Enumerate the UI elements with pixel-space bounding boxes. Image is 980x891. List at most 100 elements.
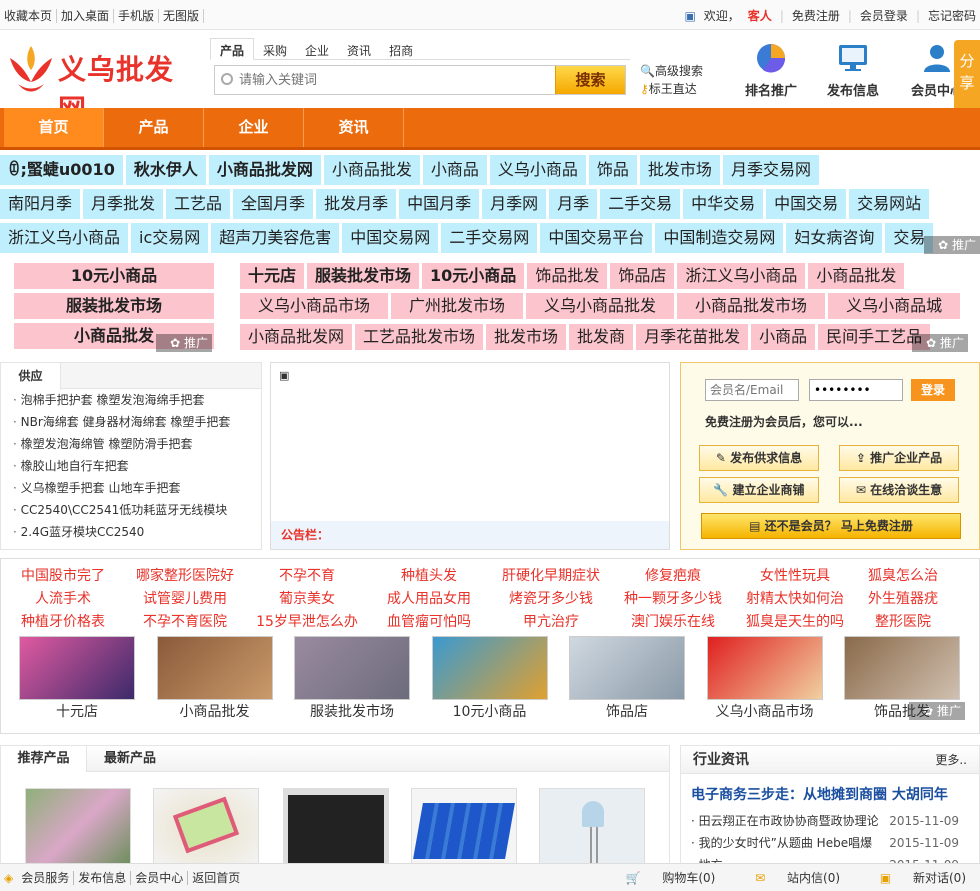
ad-link[interactable]: 哪家整形医院好 xyxy=(136,565,234,585)
news-headline[interactable]: 电子商务三步走：从地摊到商圈 大胡同年 xyxy=(681,774,979,804)
publish-info-button[interactable]: 发布信息 xyxy=(818,42,888,99)
pink-keyword-link[interactable]: 浙江义乌小商品 xyxy=(677,263,806,289)
pink-keyword-link[interactable]: 小商品 xyxy=(751,324,816,350)
password-input[interactable] xyxy=(809,379,903,401)
ad-link[interactable]: 血管瘤可怕吗 xyxy=(387,611,471,631)
picture-link[interactable]: 小商品批发 xyxy=(156,636,273,722)
login-button[interactable]: 登录 xyxy=(911,379,955,401)
keyword-link[interactable]: 月季网 xyxy=(482,189,547,219)
keyword-link[interactable]: 交易网站 xyxy=(849,189,930,219)
product-thumb[interactable] xyxy=(539,788,645,868)
ad-link[interactable]: 15岁早泄怎么办 xyxy=(256,611,358,631)
nav-news[interactable]: 资讯 xyxy=(304,108,404,147)
news-more-link[interactable]: 更多.. xyxy=(935,746,967,774)
search-tab-invest[interactable]: 招商 xyxy=(380,39,422,62)
pink-keyword-link[interactable]: 十元店 xyxy=(240,263,305,289)
keyword-link[interactable]: 中国月季 xyxy=(399,189,480,219)
keyword-link[interactable]: 月季批发 xyxy=(83,189,164,219)
register-button[interactable]: ▤ 还不是会员？ 马上免费注册 xyxy=(701,513,961,539)
ad-link[interactable]: 女性性玩具 xyxy=(760,565,830,585)
pink-keyword-link[interactable]: 10元小商品 xyxy=(14,263,214,289)
ad-link[interactable]: 不孕不育医院 xyxy=(143,611,227,631)
promote-product-button[interactable]: ⇪ 推广企业产品 xyxy=(839,445,959,471)
pink-keyword-link[interactable]: 小商品批发网 xyxy=(240,324,353,350)
ad-link[interactable]: 种植牙价格表 xyxy=(21,611,105,631)
ad-link[interactable]: 狐臭怎么治 xyxy=(868,565,938,585)
ad-link[interactable]: 射精太快如何治 xyxy=(746,588,844,608)
bookmark-link[interactable]: 收藏本页 xyxy=(0,9,58,23)
picture-link[interactable]: 10元小商品 xyxy=(431,636,548,722)
ad-link[interactable]: 成人用品女用 xyxy=(387,588,471,608)
keyword-link[interactable]: 二手交易网 xyxy=(441,223,538,253)
ad-link[interactable]: 整形医院 xyxy=(875,611,931,631)
picture-link[interactable]: 服装批发市场 xyxy=(294,636,410,722)
pink-keyword-link[interactable]: 义乌小商品批发 xyxy=(526,293,675,319)
site-logo[interactable]: 义乌批发网 xyxy=(4,40,184,126)
keyword-link[interactable]: ic交易网 xyxy=(131,223,209,253)
pink-keyword-link[interactable]: 批发市场 xyxy=(486,324,567,350)
keyword-link[interactable]: 小商品批发网 xyxy=(208,155,321,185)
supply-item[interactable]: 义乌橡塑手把套 山地车手把套 xyxy=(1,477,261,499)
product-thumb[interactable] xyxy=(25,788,131,868)
ad-link[interactable]: 外生殖器疣 xyxy=(868,588,938,608)
pink-keyword-link[interactable]: 小商品批发市场 xyxy=(677,293,826,319)
tab-latest[interactable]: 最新产品 xyxy=(87,746,173,772)
noimage-link[interactable]: 无图版 xyxy=(159,9,205,23)
keyword-link[interactable]: 中国制造交易网 xyxy=(655,223,784,253)
pink-keyword-link[interactable]: 批发商 xyxy=(569,324,634,350)
supply-item[interactable]: 橡胶山地自行车把套 xyxy=(1,455,261,477)
ad-link[interactable]: 烤瓷牙多少钱 xyxy=(509,588,593,608)
ad-link[interactable]: 种一颗牙多少钱 xyxy=(624,588,722,608)
keyword-link[interactable]: 批发月季 xyxy=(316,189,397,219)
search-tab-company[interactable]: 企业 xyxy=(296,39,338,62)
picture-link[interactable]: 饰品批发 xyxy=(844,636,960,722)
username-input[interactable] xyxy=(705,379,799,401)
keyword-link[interactable]: 批发市场 xyxy=(639,155,720,185)
keyword-link[interactable]: 南阳月季 xyxy=(0,189,81,219)
nav-home[interactable]: 首页 xyxy=(4,108,104,147)
supply-item[interactable]: 2.4G蓝牙模块CC2540 xyxy=(1,521,261,543)
keyword-link[interactable]: 饰品 xyxy=(588,155,637,185)
ad-link[interactable]: 狐臭是天生的吗 xyxy=(746,611,844,631)
member-service-link[interactable]: 会员服务 xyxy=(17,871,75,885)
ad-link[interactable]: 试管婴儿费用 xyxy=(143,588,227,608)
supply-tab[interactable]: 供应 xyxy=(1,363,61,390)
tab-recommend[interactable]: 推荐产品 xyxy=(1,746,87,772)
product-thumb[interactable] xyxy=(411,788,517,868)
desktop-link[interactable]: 加入桌面 xyxy=(57,9,115,23)
product-thumb[interactable] xyxy=(153,788,259,868)
nav-product[interactable]: 产品 xyxy=(104,108,204,147)
message-link[interactable]: ✉ 站内信(0) xyxy=(737,871,840,885)
pink-keyword-link[interactable]: 10元小商品 xyxy=(422,263,525,289)
login-link[interactable]: 会员登录 xyxy=(856,9,912,23)
keyword-link[interactable]: 工艺品 xyxy=(166,189,231,219)
picture-link[interactable]: 十元店 xyxy=(19,636,135,722)
keyword-link[interactable]: 小商品批发 xyxy=(323,155,420,185)
pink-keyword-link[interactable]: 服装批发市场 xyxy=(14,293,214,319)
ad-link[interactable]: 种植头发 xyxy=(401,565,457,585)
build-shop-button[interactable]: 🔧 建立企业商铺 xyxy=(699,477,819,503)
online-chat-button[interactable]: ✉ 在线洽谈生意 xyxy=(839,477,959,503)
ad-link[interactable]: 中国股市完了 xyxy=(21,565,105,585)
member-center-link[interactable]: 会员中心 xyxy=(131,871,189,885)
search-tab-product[interactable]: 产品 xyxy=(210,38,255,60)
register-link[interactable]: 免费注册 xyxy=(788,9,844,23)
supply-item[interactable]: NBr海绵套 健身器材海绵套 橡塑手把套 xyxy=(1,411,261,433)
publish-link[interactable]: 发布信息 xyxy=(74,871,132,885)
cart-link[interactable]: 🛒 购物车(0) xyxy=(608,871,716,885)
keyword-link[interactable]: 秋水伊人 xyxy=(125,155,206,185)
announcement-bar[interactable]: 公告栏： xyxy=(271,521,669,549)
mobile-link[interactable]: 手机版 xyxy=(114,9,160,23)
back-home-link[interactable]: 返回首页 xyxy=(188,871,244,885)
pink-keyword-link[interactable]: 饰品店 xyxy=(610,263,675,289)
supply-item[interactable]: CC2540\CC2541低功耗蓝牙无线模块 xyxy=(1,499,261,521)
pink-keyword-link[interactable]: 义乌小商品市场 xyxy=(240,293,389,319)
advanced-search-link[interactable]: 🔍高级搜索 xyxy=(640,62,703,80)
keyword-link[interactable]: 中华交易 xyxy=(683,189,764,219)
keyword-link[interactable]: 妇女病咨询 xyxy=(786,223,883,253)
keyword-link[interactable]: 小商品 xyxy=(422,155,487,185)
keyword-link[interactable]: 义乌小商品 xyxy=(489,155,586,185)
product-thumb[interactable] xyxy=(283,788,389,868)
keyword-link[interactable]: 中国交易平台 xyxy=(540,223,653,253)
zhida-link[interactable]: ⚷标王直达 xyxy=(640,80,703,98)
